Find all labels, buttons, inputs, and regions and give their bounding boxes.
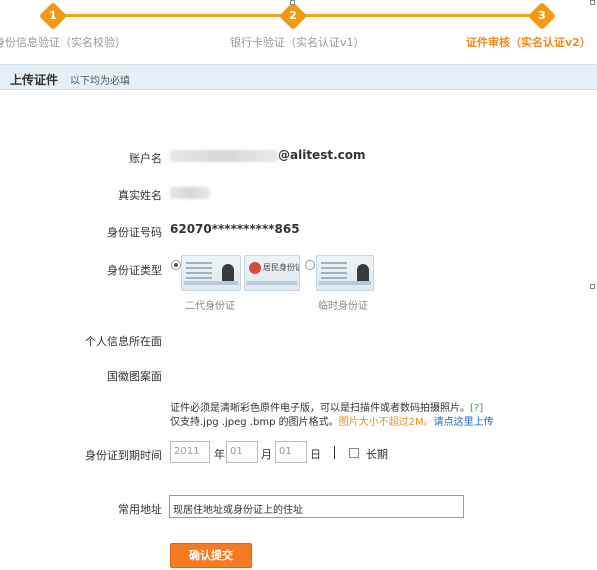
upload-link[interactable]: 请点这里上传 <box>434 417 494 428</box>
expiry-month-unit: 月 <box>261 448 272 461</box>
realname-value <box>170 185 210 199</box>
card-strip <box>247 281 297 285</box>
format-note-text: 仅支持.jpg .jpeg .bmp 的图片格式。 <box>170 417 339 428</box>
address-label: 常用地址 <box>118 503 162 516</box>
upload-note-line1: 证件必须是清晰彩色原件电子版，可以是扫描件或者数码拍摄照片。[?] <box>170 399 483 414</box>
size-warning: 图片大小不超过2M。 <box>338 417 434 428</box>
step-3-label: 证件审核（实名认证v2） <box>466 36 591 49</box>
id-card-second-gen-front[interactable] <box>181 255 241 291</box>
card-text-lines <box>321 262 347 264</box>
account-domain: @alitest.com <box>278 148 366 162</box>
address-input[interactable]: 现居住地址或身份证上的住址 <box>169 495 464 518</box>
step-line-1-2 <box>64 14 282 17</box>
account-label: 账户名 <box>129 152 162 165</box>
personal-side-label: 个人信息所在面 <box>85 335 162 348</box>
idtype-radio-temporary[interactable] <box>305 260 315 270</box>
section-title: 上传证件 <box>10 73 59 87</box>
step-1-label: 身份信息验证（实名校验） <box>0 36 126 49</box>
expiry-day-input[interactable]: 01 <box>275 441 307 463</box>
card-strip <box>319 281 371 285</box>
step-line-2-3 <box>304 14 530 17</box>
resize-handle-top-middle[interactable] <box>290 0 295 5</box>
idnumber-value: 62070**********865 <box>170 222 300 236</box>
account-value: @alitest.com <box>170 148 366 162</box>
expiry-day-unit: 日 <box>310 448 321 461</box>
section-header: 上传证件 以下均为必填 <box>0 64 597 90</box>
submit-button[interactable]: 确认提交 <box>170 543 252 568</box>
expiry-label: 身份证到期时间 <box>85 449 162 462</box>
idtype-label: 身份证类型 <box>107 264 162 277</box>
card-text-lines <box>186 262 212 264</box>
emblem-side-label: 国徽图案面 <box>107 370 162 383</box>
idtype-radio-second-gen[interactable] <box>171 260 181 270</box>
resize-handle-middle-right[interactable] <box>590 284 595 289</box>
realname-label: 真实姓名 <box>118 189 162 202</box>
upload-note-line2: 仅支持.jpg .jpeg .bmp 的图片格式。图片大小不超过2M。请点这里上… <box>170 413 494 428</box>
section-subtitle: 以下均为必填 <box>70 76 130 87</box>
idnumber-label: 身份证号码 <box>107 226 162 239</box>
long-term-checkbox[interactable] <box>349 448 359 458</box>
long-term-label: 长期 <box>366 448 388 461</box>
realname-blurred <box>170 186 210 199</box>
expiry-divider <box>334 446 335 459</box>
progress-steps: 1 身份信息验证（实名校验） 2 银行卡验证（实名认证v1） 3 证件审核（实名… <box>0 0 597 60</box>
id-card-temporary[interactable] <box>316 255 374 291</box>
step-3-number: 3 <box>538 9 546 22</box>
card-back-title: 居民身份证 <box>263 263 300 272</box>
step-2-label: 银行卡验证（实名认证v1） <box>230 36 365 49</box>
idtype-temporary-caption: 临时身份证 <box>318 301 368 312</box>
national-emblem-icon <box>249 262 261 274</box>
expiry-year-input[interactable]: 2011 <box>170 441 210 463</box>
expiry-year-unit: 年 <box>214 448 225 461</box>
card-strip <box>184 281 238 285</box>
step-1-number: 1 <box>49 9 57 22</box>
expiry-month-input[interactable]: 01 <box>226 441 258 463</box>
step-2-number: 2 <box>289 9 297 22</box>
id-card-second-gen-back[interactable]: 居民身份证 <box>244 255 300 291</box>
idtype-second-gen-caption: 二代身份证 <box>185 301 235 312</box>
account-name-blurred <box>170 149 278 162</box>
resize-handle-top-right[interactable] <box>590 0 595 5</box>
